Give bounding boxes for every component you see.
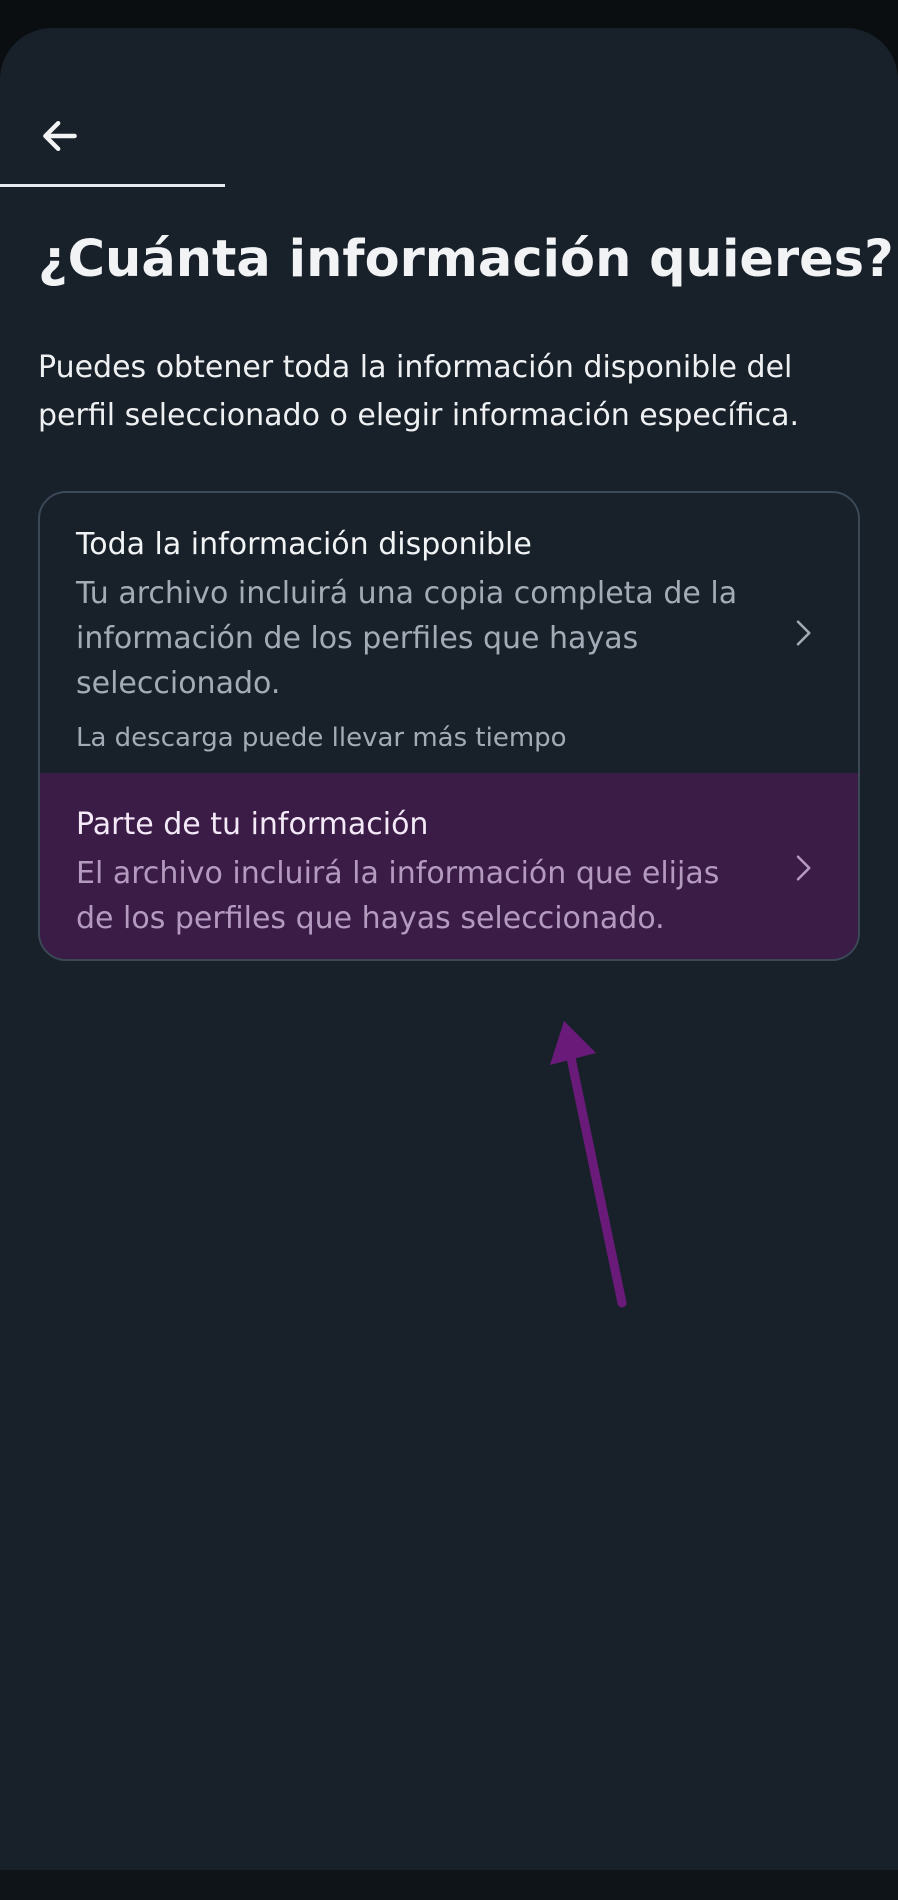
page-title: ¿Cuánta información quieres? (38, 230, 894, 289)
option-title: Parte de tu información (76, 807, 429, 842)
options-card: Toda la información disponible Tu archiv… (38, 491, 860, 961)
chevron-right-icon (796, 855, 811, 881)
arrow-left-icon (43, 120, 77, 152)
chevron-right-icon (796, 620, 811, 646)
progress-indicator (0, 184, 225, 187)
annotation-arrow-icon (550, 1021, 627, 1308)
option-all-information[interactable]: Toda la información disponible Tu archiv… (40, 493, 858, 773)
option-title: Toda la información disponible (76, 527, 532, 562)
back-button[interactable] (24, 100, 96, 172)
option-note: La descarga puede llevar más tiempo (76, 723, 567, 753)
option-description: El archivo incluirá la información que e… (76, 856, 720, 936)
system-navigation-bar (0, 1870, 898, 1900)
page-subtitle: Puedes obtener toda la información dispo… (38, 350, 800, 433)
option-partial-information[interactable]: Parte de tu información El archivo inclu… (40, 773, 858, 959)
screen: ¿Cuánta información quieres? Puedes obte… (0, 28, 898, 1870)
option-description: Tu archivo incluirá una copia completa d… (76, 576, 738, 701)
